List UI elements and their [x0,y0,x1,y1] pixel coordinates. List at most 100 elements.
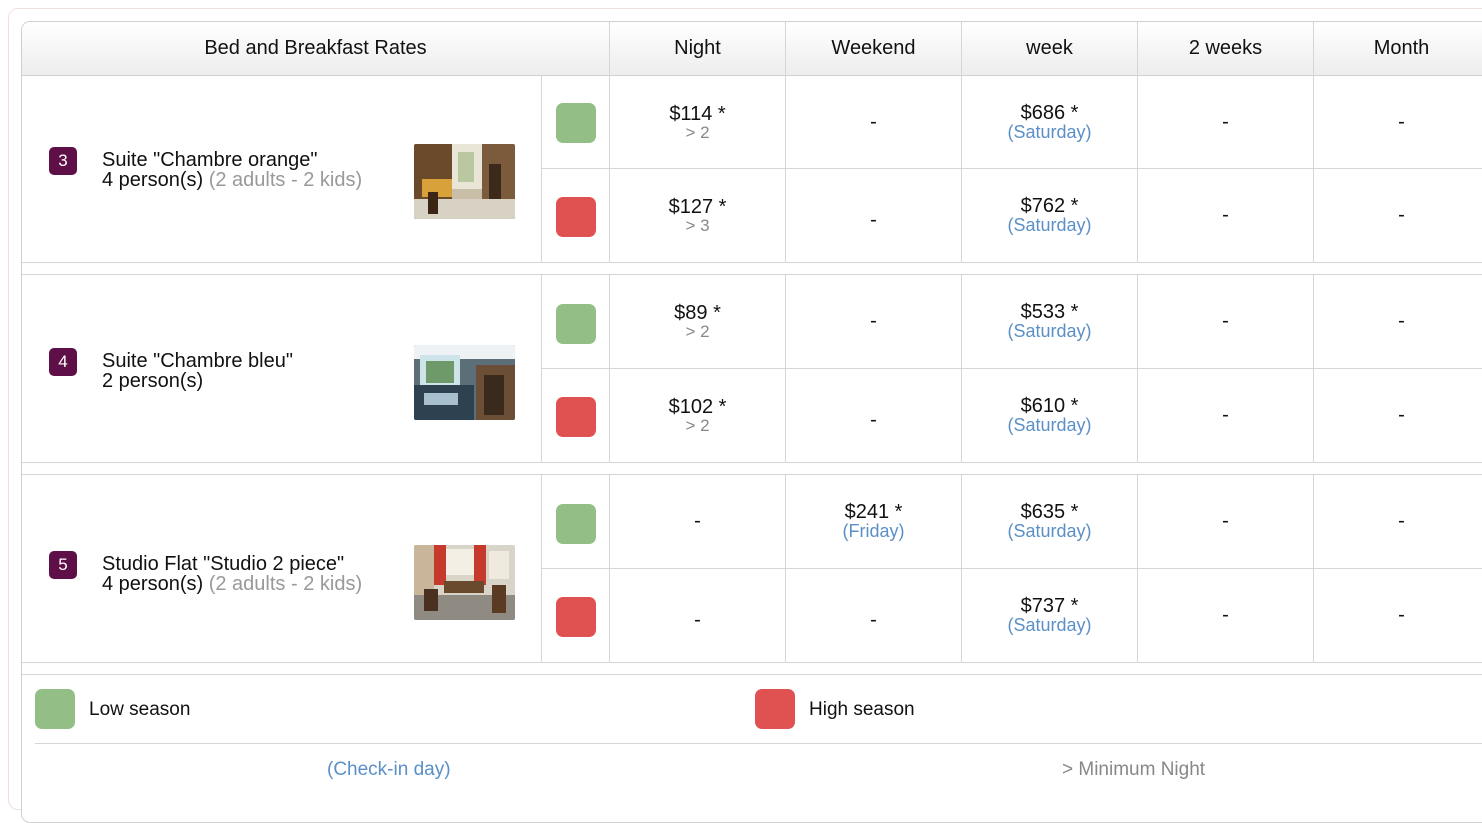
header-title: Bed and Breakfast Rates [204,37,427,59]
room-name[interactable]: Suite "Chambre bleu" [102,350,293,372]
weekend-cell: - [786,169,961,262]
night-price: - [694,510,701,532]
week-cell: $610 * (Saturday) [962,369,1137,462]
room-detail: (2 adults - 2 kids) [208,169,363,191]
month-cell: - [1314,169,1482,262]
weekend-price: - [870,609,877,631]
month-price: - [1398,310,1405,332]
col-header-weekend: Weekend [831,37,916,59]
col-header-2-weeks: 2 weeks [1188,37,1263,59]
week-checkin-day: (Saturday) [1007,121,1092,142]
week-cell: $533 * (Saturday) [962,275,1137,368]
high-season-swatch [556,597,596,637]
month-cell: - [1314,369,1482,462]
month-price: - [1398,204,1405,226]
two-weeks-price: - [1222,404,1229,426]
weekend-cell: $241 * (Friday) [786,475,961,568]
week-price: $686 * [1020,101,1079,124]
room-photo-studio [414,545,515,620]
month-cell: - [1314,275,1482,368]
rates-table: Bed and Breakfast Rates Night Weekend we… [21,21,1482,823]
room-name[interactable]: Suite "Chambre orange" [102,149,317,171]
high-season-swatch [556,197,596,237]
week-checkin-day: (Saturday) [1007,215,1092,235]
night-cell: $102 * > 2 [610,369,785,462]
night-cell: $114 * > 2 [610,76,785,168]
week-price: $610 * [1020,395,1079,417]
night-cell: - [610,569,785,662]
week-price: $762 * [1020,195,1079,217]
room-block-3: 3 Suite "Chambre orange" 4 person(s) (2 … [22,76,1482,262]
night-price: $127 * [668,196,727,218]
night-minimum: > 2 [685,416,710,435]
room-number-badge: 3 [49,147,77,175]
weekend-cell: - [786,275,961,368]
room-photo-orange [414,144,515,219]
room-thumbnail[interactable] [414,545,515,620]
room-persons: 4 person(s) [102,573,204,595]
month-price: - [1398,110,1405,133]
week-cell: $737 * (Saturday) [962,569,1137,662]
weekend-price: - [870,209,877,231]
weekend-checkin-day: (Friday) [842,521,905,541]
room-number-badge: 4 [49,348,77,376]
week-cell: $686 * (Saturday) [962,76,1137,168]
month-cell: - [1314,569,1482,662]
two-weeks-price: - [1222,204,1229,226]
legend-low-label: Low season [89,699,191,720]
room-thumbnail[interactable] [414,144,515,219]
table-header: Bed and Breakfast Rates Night Weekend we… [22,22,1482,76]
month-price: - [1398,510,1405,532]
room-thumbnail[interactable] [414,345,515,420]
divider [541,76,542,262]
room-name[interactable]: Studio Flat "Studio 2 piece" [102,553,344,575]
weekend-price: $241 * [844,501,903,523]
weekend-price: - [870,110,877,133]
room-persons: 4 person(s) [102,169,204,191]
night-price: $89 * [674,302,721,324]
weekend-price: - [870,409,877,431]
week-cell: $635 * (Saturday) [962,475,1137,568]
month-cell: - [1314,475,1482,568]
night-cell: $127 * > 3 [610,169,785,262]
room-detail: (2 adults - 2 kids) [208,573,363,595]
legend-low-swatch [35,689,75,729]
col-header-week: week [1026,37,1073,59]
week-cell: $762 * (Saturday) [962,169,1137,262]
checkin-day-note: (Check-in day) [327,759,451,780]
divider [22,662,1482,663]
room-photo-bleu [414,345,515,420]
divider [22,262,1482,263]
night-minimum: > 2 [685,322,710,341]
week-checkin-day: (Saturday) [1007,321,1092,341]
room-number-badge: 5 [49,551,77,579]
low-season-swatch [556,103,596,143]
high-season-swatch [556,397,596,437]
room-title[interactable]: Studio Flat "Studio 2 piece" 4 person(s)… [102,554,392,594]
legend-high-label: High season [809,699,915,720]
two-weeks-cell: - [1138,369,1313,462]
night-price: $102 * [668,396,727,418]
room-persons: 2 person(s) [102,370,204,392]
room-title[interactable]: Suite "Chambre orange" 4 person(s) (2 ad… [102,150,392,190]
two-weeks-price: - [1222,510,1229,532]
divider [1313,22,1314,75]
col-header-month: Month [1373,37,1430,59]
two-weeks-price: - [1222,110,1229,133]
divider [961,22,962,75]
two-weeks-price: - [1222,604,1229,626]
room-block-5: 5 Studio Flat "Studio 2 piece" 4 person(… [22,475,1482,662]
weekend-price: - [870,310,877,332]
legend: Low season High season (Check-in day) > … [22,675,1482,822]
weekend-cell: - [786,76,961,168]
room-title[interactable]: Suite "Chambre bleu" 2 person(s) [102,351,392,391]
divider [609,22,610,75]
night-minimum: > 2 [685,122,710,142]
night-cell: - [610,475,785,568]
col-header-night: Night [674,37,721,59]
night-minimum: > 3 [685,216,710,235]
two-weeks-price: - [1222,310,1229,332]
night-cell: $89 * > 2 [610,275,785,368]
week-price: $533 * [1020,301,1079,323]
two-weeks-cell: - [1138,76,1313,168]
